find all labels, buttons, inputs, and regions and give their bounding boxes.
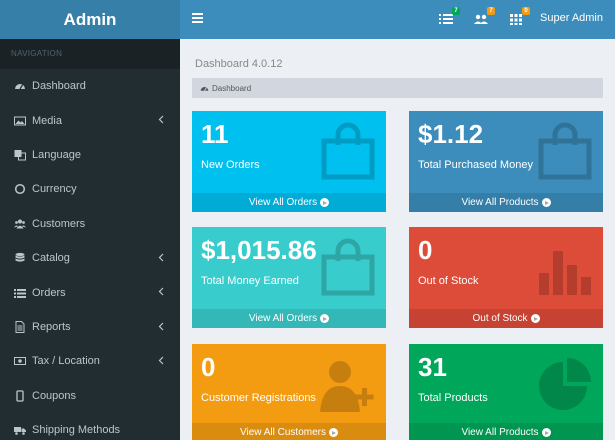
page-title: Dashboard 4.0.12 <box>195 58 283 70</box>
view-all-products-link[interactable]: View All Products <box>409 423 603 440</box>
sidebar-item-label: Catalog <box>32 252 70 265</box>
dashboard-icon <box>14 80 26 92</box>
stat-box-new-orders: 11 New Orders View All Orders <box>192 111 386 212</box>
money-icon <box>14 355 26 367</box>
sidebar-item-label: Orders <box>32 286 66 299</box>
link-label: Out of Stock <box>472 313 528 324</box>
view-all-orders-link[interactable]: View All Orders <box>192 193 386 212</box>
stat-label: Total Purchased Money <box>418 159 533 171</box>
arrow-circle-right-icon <box>530 314 540 323</box>
customers-badge: 7 <box>487 7 495 15</box>
breadcrumb-item: Dashboard <box>212 83 252 93</box>
stat-box-total-purchased-money: $1.12 Total Purchased Money View All Pro… <box>409 111 603 212</box>
logo[interactable]: Admin <box>0 0 180 39</box>
breadcrumb[interactable]: Dashboard <box>192 78 603 98</box>
arrow-circle-right-icon <box>541 428 551 437</box>
link-label: View All Orders <box>248 197 318 208</box>
view-all-orders-link[interactable]: View All Orders <box>192 309 386 328</box>
sidebar-item-language[interactable]: Language <box>0 138 180 172</box>
sidebar-item-label: Language <box>32 148 81 161</box>
stock-badge: 0 <box>522 7 530 15</box>
stat-value: $1.12 <box>418 119 484 149</box>
sidebar-item-dashboard[interactable]: Dashboard <box>0 69 180 103</box>
sidebar-item-currency[interactable]: Currency <box>0 172 180 206</box>
sidebar-item-catalog[interactable]: Catalog <box>0 241 180 275</box>
sidebar-item-label: Dashboard <box>32 80 86 93</box>
sidebar-item-shipping-methods[interactable]: Shipping Methods <box>0 413 180 440</box>
sidebar-item-media[interactable]: Media <box>0 103 180 137</box>
users-icon[interactable]: 7 <box>474 7 495 26</box>
sidebar-item-reports[interactable]: Reports <box>0 310 180 344</box>
shopping-bag-icon <box>321 238 375 296</box>
shopping-bag-icon <box>538 122 592 180</box>
dashboard-icon <box>200 86 209 91</box>
sidebar-item-label: Reports <box>32 320 71 333</box>
arrow-circle-right-icon <box>328 428 338 437</box>
stat-box-customer-registrations: 0 Customer Registrations View All Custom… <box>192 344 386 440</box>
bar-chart-icon <box>539 251 591 295</box>
list-icon[interactable]: 7 <box>439 7 460 26</box>
stat-label: Out of Stock <box>418 275 479 287</box>
sidebar-item-label: Media <box>32 114 62 127</box>
sidebar-item-orders[interactable]: Orders <box>0 275 180 309</box>
truck-icon <box>14 424 26 436</box>
sidebar-item-coupons[interactable]: Coupons <box>0 379 180 413</box>
link-label: View All Orders <box>248 313 318 324</box>
image-icon <box>14 115 26 127</box>
stat-value: 31 <box>418 352 447 382</box>
sidebar-header: NAVIGATION <box>0 39 180 69</box>
customers-icon <box>14 218 26 230</box>
sidebar-item-tax-location[interactable]: Tax / Location <box>0 344 180 378</box>
sidebar-item-label: Tax / Location <box>32 355 100 368</box>
file-icon <box>14 320 26 333</box>
stat-label: Customer Registrations <box>201 392 316 404</box>
out-of-stock-link[interactable]: Out of Stock <box>409 309 603 328</box>
stat-label: Total Money Earned <box>201 275 299 287</box>
sidebar-item-customers[interactable]: Customers <box>0 207 180 241</box>
top-navbar: 7 7 0 Super Admin <box>180 0 615 39</box>
stat-value: 11 <box>201 119 229 149</box>
chevron-left-icon <box>158 356 164 365</box>
chevron-left-icon <box>158 253 164 262</box>
stat-label: Total Products <box>418 392 488 404</box>
link-label: View All Products <box>461 427 539 438</box>
orders-badge: 7 <box>452 7 460 15</box>
sidebar-item-label: Shipping Methods <box>32 424 121 437</box>
stat-value: 0 <box>201 352 216 382</box>
sidebar-item-label: Coupons <box>32 389 77 402</box>
arrow-circle-right-icon <box>541 198 551 207</box>
tablet-icon <box>14 390 26 402</box>
link-label: View All Products <box>461 197 539 208</box>
shopping-bag-icon <box>321 122 375 180</box>
link-label: View All Customers <box>240 427 326 438</box>
currency-icon <box>14 183 26 195</box>
chevron-left-icon <box>158 322 164 331</box>
user-plus-icon <box>320 361 374 412</box>
view-all-products-link[interactable]: View All Products <box>409 193 603 212</box>
sidebar: NAVIGATION Dashboard Media Language Curr… <box>0 39 180 440</box>
sidebar-toggle-icon[interactable] <box>192 13 203 23</box>
user-menu[interactable]: Super Admin <box>540 12 603 24</box>
stat-label: New Orders <box>201 159 260 171</box>
stat-value: $1,015.86 <box>201 235 317 265</box>
stat-box-out-of-stock: 0 Out of Stock Out of Stock <box>409 227 603 328</box>
pie-chart-icon <box>539 358 591 410</box>
chevron-left-icon <box>158 287 164 296</box>
sidebar-item-label: Customers <box>32 217 86 230</box>
sidebar-item-label: Currency <box>32 183 77 196</box>
stat-value: 0 <box>418 235 433 265</box>
arrow-circle-right-icon <box>320 314 330 323</box>
stat-box-total-products: 31 Total Products View All Products <box>409 344 603 440</box>
view-all-customers-link[interactable]: View All Customers <box>192 423 386 440</box>
language-icon <box>14 149 26 161</box>
stat-box-total-money-earned: $1,015.86 Total Money Earned View All Or… <box>192 227 386 328</box>
database-icon <box>14 252 26 264</box>
grid-icon[interactable]: 0 <box>509 7 530 26</box>
list-icon <box>14 287 26 299</box>
chevron-left-icon <box>158 115 164 124</box>
arrow-circle-right-icon <box>320 198 330 207</box>
